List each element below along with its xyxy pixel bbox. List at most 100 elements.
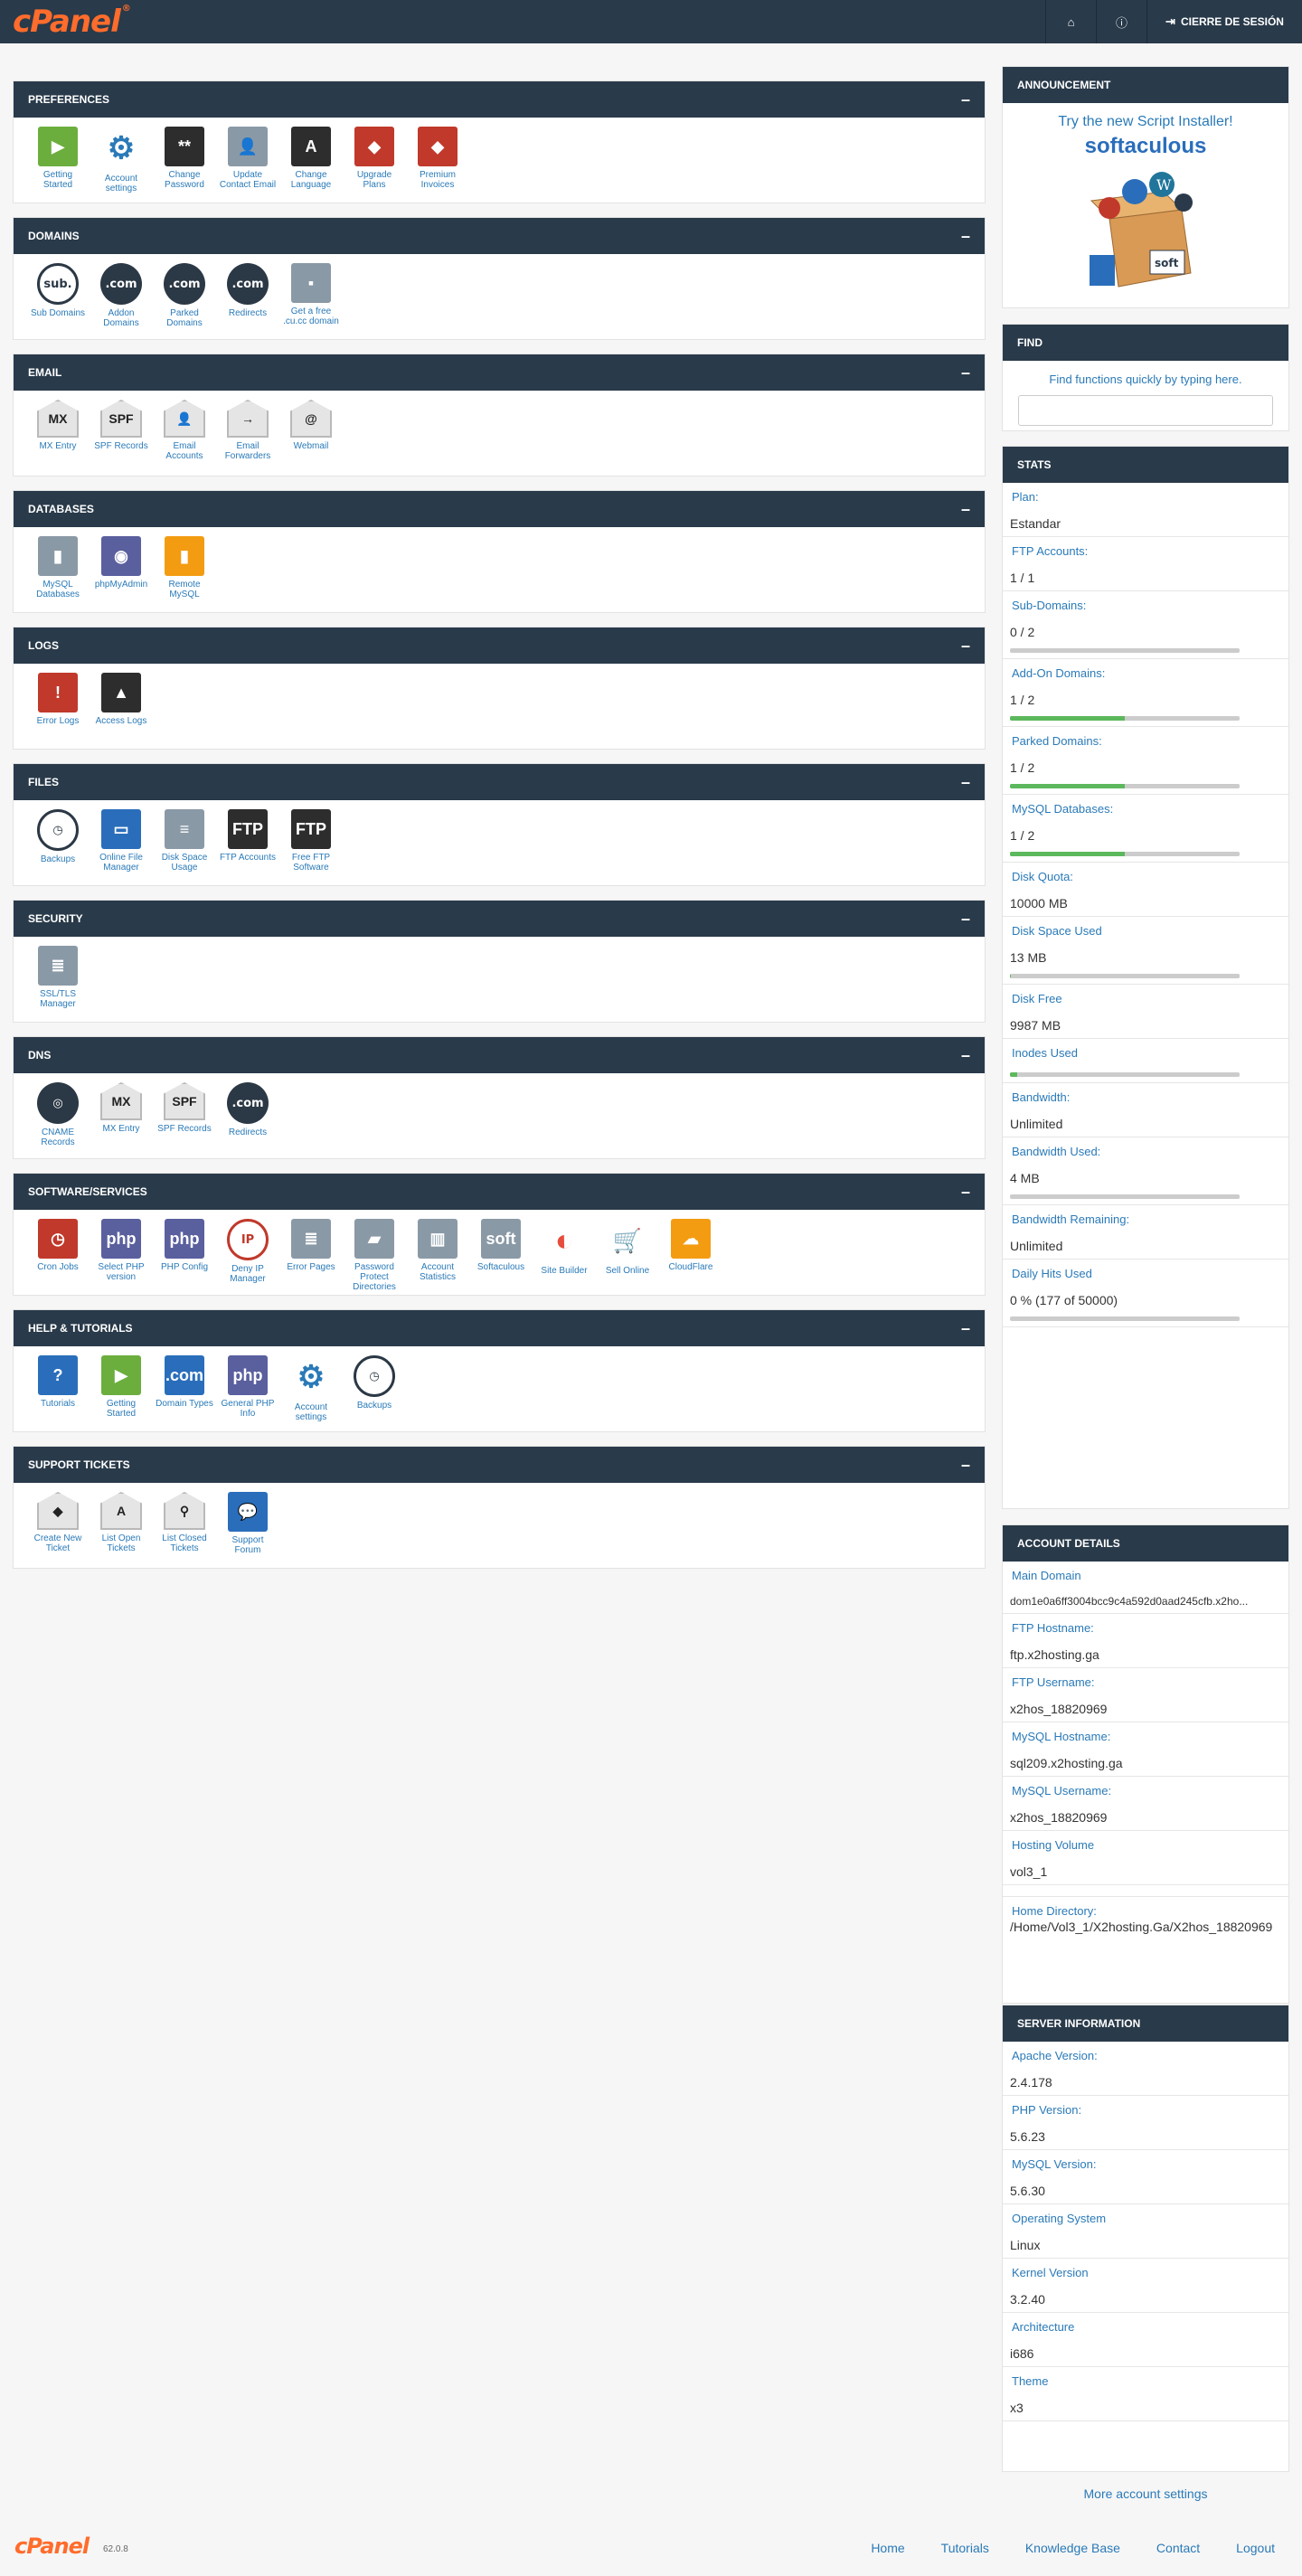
collapse-icon[interactable]: – — [961, 911, 970, 927]
collapse-icon[interactable]: – — [961, 501, 970, 517]
feature-item[interactable]: php PHP Config — [153, 1219, 216, 1297]
feature-item[interactable]: @ Webmail — [279, 400, 343, 477]
phpmyadmin-icon: ◉ — [101, 536, 141, 576]
softaculous-box-image[interactable]: W soft — [1082, 165, 1209, 300]
feature-item[interactable]: ◆ Premium Invoices — [406, 127, 469, 204]
feature-item[interactable]: ≡ Disk Space Usage — [153, 809, 216, 887]
feature-item[interactable]: ▰ Password Protect Directories — [343, 1219, 406, 1297]
stat-label: Hosting Volume — [1012, 1838, 1095, 1852]
feature-item[interactable]: MX MX Entry — [90, 1082, 153, 1160]
feature-item[interactable]: sub. Sub Domains — [26, 263, 90, 341]
feature-item[interactable]: ◐ Site Builder — [533, 1219, 596, 1297]
feature-item[interactable]: ◆ Upgrade Plans — [343, 127, 406, 204]
footer-link-logout[interactable]: Logout — [1236, 2541, 1275, 2555]
feature-item[interactable]: FTP Free FTP Software — [279, 809, 343, 887]
feature-item[interactable]: A Change Language — [279, 127, 343, 204]
feature-item[interactable]: ⚙ Account settings — [279, 1355, 343, 1433]
feature-item[interactable]: ▶ Getting Started — [90, 1355, 153, 1433]
footer-link-home[interactable]: Home — [871, 2541, 904, 2555]
feature-item[interactable]: ◉ phpMyAdmin — [90, 536, 153, 614]
collapse-icon[interactable]: – — [961, 774, 970, 790]
softaculous-logo[interactable]: softaculous — [1003, 134, 1288, 159]
feature-item[interactable]: 👤 Email Accounts — [153, 400, 216, 477]
feature-item[interactable]: SPF SPF Records — [153, 1082, 216, 1160]
feature-item[interactable]: .com Redirects — [216, 263, 279, 341]
feature-item[interactable]: ☁ CloudFlare — [659, 1219, 722, 1297]
panel-header[interactable]: LOGS – — [14, 627, 985, 664]
panel-header[interactable]: DOMAINS – — [14, 218, 985, 254]
panel-header[interactable]: SECURITY – — [14, 901, 985, 937]
feature-item[interactable]: ◷ Backups — [343, 1355, 406, 1433]
feature-item[interactable]: → Email Forwarders — [216, 400, 279, 477]
feature-item[interactable]: ? Tutorials — [26, 1355, 90, 1433]
feature-item[interactable]: ◷ Backups — [26, 809, 90, 887]
find-input[interactable] — [1018, 395, 1273, 426]
feature-item[interactable]: ▭ Online File Manager — [90, 809, 153, 887]
panel-header[interactable]: DNS – — [14, 1037, 985, 1073]
feature-item[interactable]: ▥ Account Statistics — [406, 1219, 469, 1297]
feature-item[interactable]: php Select PHP version — [90, 1219, 153, 1297]
feature-item[interactable]: .com Addon Domains — [90, 263, 153, 341]
panel-header[interactable]: SUPPORT TICKETS – — [14, 1447, 985, 1483]
feature-item[interactable]: soft Softaculous — [469, 1219, 533, 1297]
server-info-header: SERVER INFORMATION — [1003, 2005, 1288, 2042]
stats-header: STATS — [1003, 447, 1288, 483]
feature-item[interactable]: ▪ Get a free .cu.cc domain — [279, 263, 343, 341]
feature-item[interactable]: SPF SPF Records — [90, 400, 153, 477]
feature-item[interactable]: 👤 Update Contact Email — [216, 127, 279, 204]
feature-item[interactable]: ! Error Logs — [26, 673, 90, 750]
feature-item[interactable]: ▲ Access Logs — [90, 673, 153, 750]
feature-item[interactable]: ◷ Cron Jobs — [26, 1219, 90, 1297]
error-pages-icon: ≣ — [291, 1219, 331, 1259]
feature-item[interactable]: ⚲ List Closed Tickets — [153, 1492, 216, 1570]
feature-item[interactable]: IP Deny IP Manager — [216, 1219, 279, 1297]
feature-item[interactable]: ** Change Password — [153, 127, 216, 204]
feature-item[interactable]: 💬 Support Forum — [216, 1492, 279, 1570]
feature-item[interactable]: php General PHP Info — [216, 1355, 279, 1433]
footer-link-contact[interactable]: Contact — [1156, 2541, 1200, 2555]
feature-item[interactable]: ≣ Error Pages — [279, 1219, 343, 1297]
usage-bar — [1010, 852, 1240, 856]
panel-header[interactable]: FILES – — [14, 764, 985, 800]
collapse-icon[interactable]: – — [961, 91, 970, 108]
help-button[interactable]: ⓘ — [1096, 0, 1146, 43]
footer-cpanel-logo[interactable]: cPanel — [14, 2534, 90, 2559]
logout-button[interactable]: ⇥ CIERRE DE SESIÓN — [1146, 0, 1302, 43]
feature-item[interactable]: 🛒 Sell Online — [596, 1219, 659, 1297]
collapse-icon[interactable]: – — [961, 228, 970, 244]
panel-header[interactable]: SOFTWARE/SERVICES – — [14, 1174, 985, 1210]
panel-header[interactable]: PREFERENCES – — [14, 81, 985, 118]
panel-header[interactable]: EMAIL – — [14, 354, 985, 391]
collapse-icon[interactable]: – — [961, 1320, 970, 1336]
collapse-icon[interactable]: – — [961, 637, 970, 654]
feature-item[interactable]: ◆ Create New Ticket — [26, 1492, 90, 1570]
feature-item[interactable]: ≣ SSL/TLS Manager — [26, 946, 90, 1024]
feature-item[interactable]: ▮ MySQL Databases — [26, 536, 90, 614]
redirect-icon: .com — [227, 263, 269, 305]
feature-item[interactable]: A List Open Tickets — [90, 1492, 153, 1570]
feature-item[interactable]: MX MX Entry — [26, 400, 90, 477]
collapse-icon[interactable]: – — [961, 1047, 970, 1063]
footer-link-tutorials[interactable]: Tutorials — [941, 2541, 989, 2555]
feature-item[interactable]: FTP FTP Accounts — [216, 809, 279, 887]
feature-label: MySQL Databases — [36, 580, 80, 599]
feature-item[interactable]: ◎ CNAME Records — [26, 1082, 90, 1160]
feature-item[interactable]: .com Domain Types — [153, 1355, 216, 1433]
cpanel-logo[interactable]: cPanel ® — [13, 4, 131, 40]
stat-value: i686 — [1010, 2346, 1034, 2361]
feature-item[interactable]: .com Parked Domains — [153, 263, 216, 341]
feature-item[interactable]: ▮ Remote MySQL — [153, 536, 216, 614]
collapse-icon[interactable]: – — [961, 1184, 970, 1200]
footer-link-knowledge-base[interactable]: Knowledge Base — [1025, 2541, 1120, 2555]
home-button[interactable]: ⌂ — [1045, 0, 1096, 43]
feature-item[interactable]: .com Redirects — [216, 1082, 279, 1160]
panel-header[interactable]: DATABASES – — [14, 491, 985, 527]
panel-header[interactable]: HELP & TUTORIALS – — [14, 1310, 985, 1346]
feature-item[interactable]: ⚙ Account settings — [90, 127, 153, 204]
collapse-icon[interactable]: – — [961, 364, 970, 381]
feature-label: Webmail — [293, 441, 329, 451]
more-account-settings-link[interactable]: More account settings — [1002, 2486, 1289, 2501]
feature-item[interactable]: ▶ Getting Started — [26, 127, 90, 204]
announcement-link[interactable]: Try the new Script Installer! — [1003, 114, 1288, 130]
collapse-icon[interactable]: – — [961, 1457, 970, 1473]
